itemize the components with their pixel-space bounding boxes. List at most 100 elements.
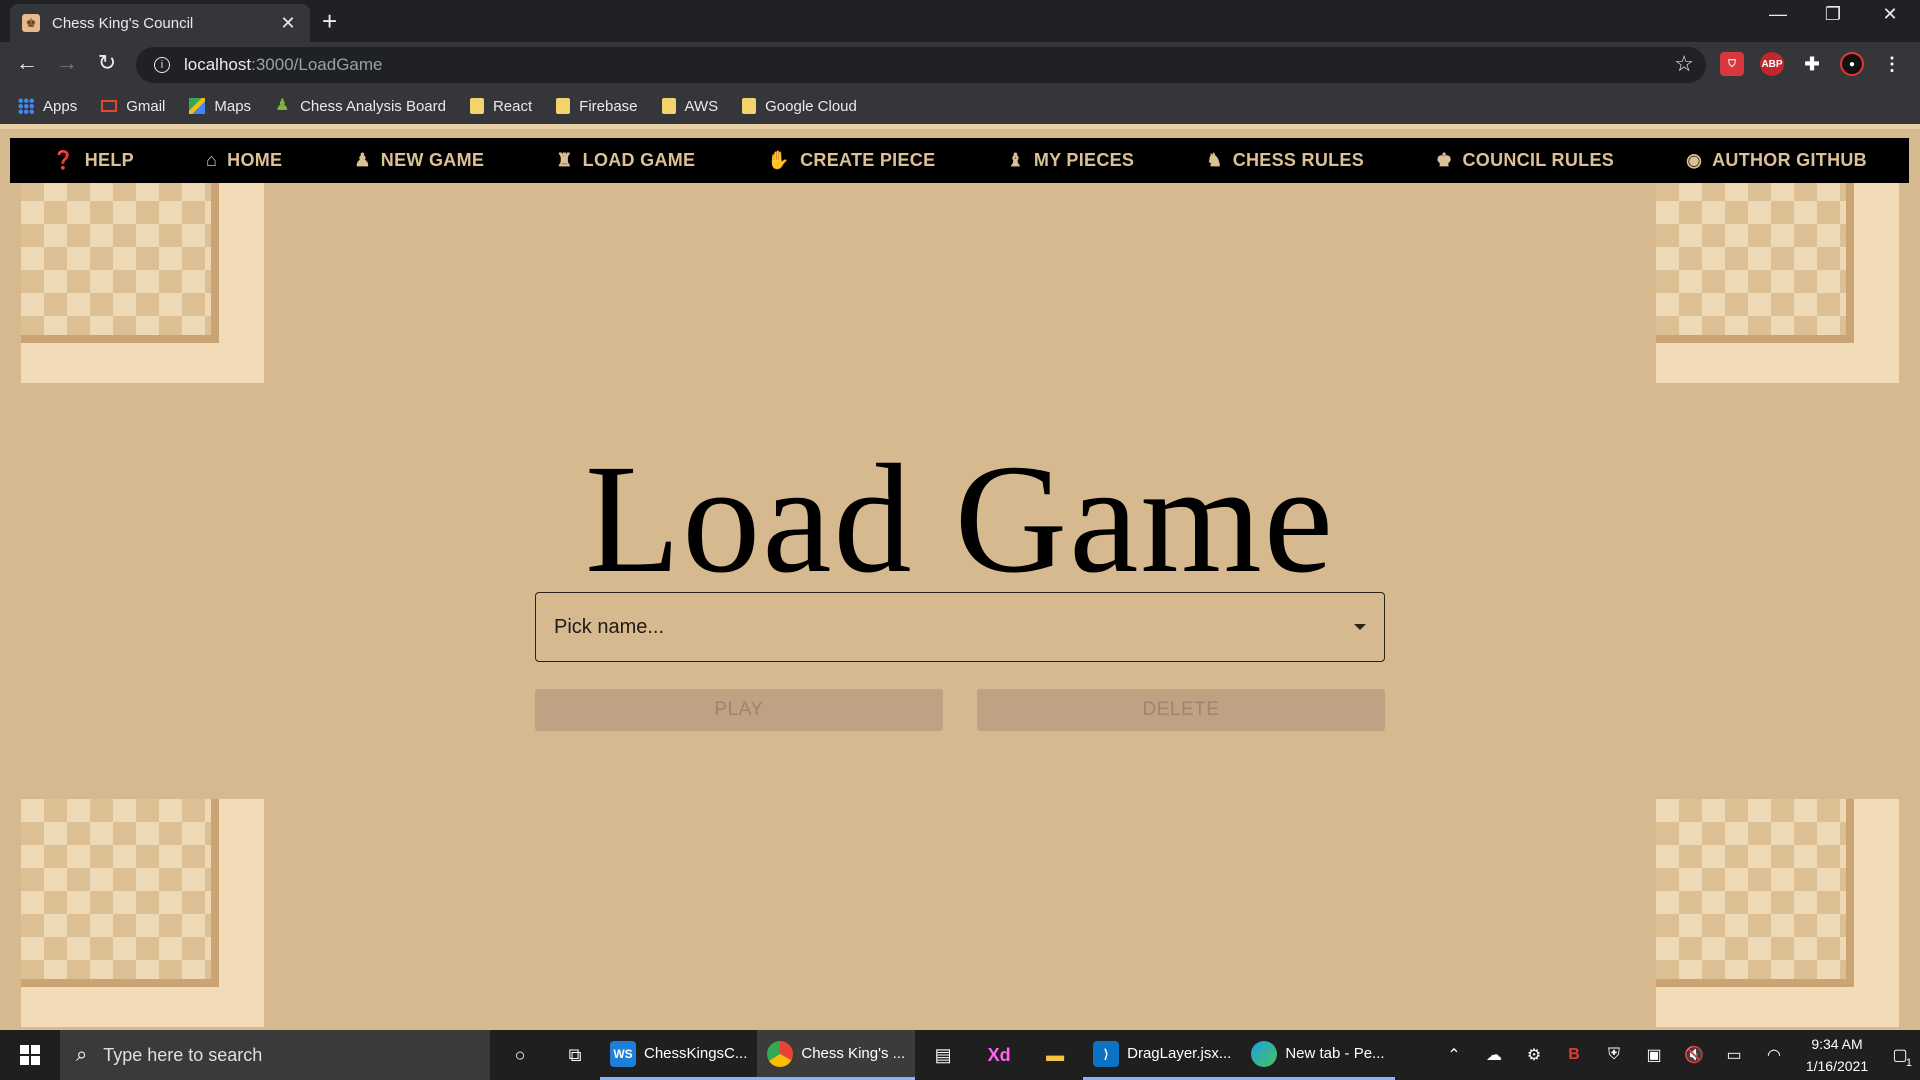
app-navbar: ❓ HELP ⌂ HOME ♟ NEW GAME ♜ LOAD GAME ✋ C… [10, 138, 1909, 183]
question-circle-icon: ❓ [52, 150, 75, 170]
bookmark-firebase[interactable]: Firebase [556, 98, 638, 115]
shield-icon[interactable]: ⛨ [1594, 1046, 1634, 1064]
notification-count: 1 [1905, 1057, 1912, 1069]
browser-tabstrip: ♚ Chess King's Council ✕ + — ❐ ✕ [0, 0, 1920, 42]
pocket-extension-icon[interactable]: ⛉ [1720, 52, 1744, 76]
nav-my-pieces[interactable]: ♝ MY PIECES [1007, 150, 1134, 171]
clock-time: 9:34 AM [1811, 1036, 1863, 1052]
reload-icon[interactable]: ↻ [92, 50, 122, 76]
name-select[interactable]: Pick name... [535, 592, 1385, 662]
folder-icon [469, 98, 484, 114]
search-placeholder: Type here to search [103, 1044, 263, 1065]
page-title: Load Game [584, 432, 1335, 605]
chess-king-icon: ♚ [1436, 150, 1453, 170]
folder-icon [556, 98, 571, 114]
tab-title: Chess King's Council [52, 14, 194, 32]
new-tab-plus-icon[interactable]: + [322, 6, 337, 37]
home-icon: ⌂ [205, 150, 218, 170]
chess-rook-icon: ♜ [556, 150, 573, 170]
corner-board-bottom-left [21, 799, 264, 1027]
security-tray-icon[interactable]: ⚙ [1514, 1045, 1554, 1065]
cortana-circle-icon[interactable]: ○ [490, 1030, 550, 1080]
clock-date: 1/16/2021 [1805, 1058, 1869, 1074]
notifications-icon[interactable]: ▢ 1 [1880, 1045, 1920, 1069]
back-arrow-icon[interactable]: ← [12, 50, 42, 76]
adblock-extension-icon[interactable]: ABP [1760, 52, 1784, 76]
onedrive-cloud-icon[interactable]: ☁ [1474, 1045, 1514, 1065]
clock[interactable]: 9:34 AM 1/16/2021 [1794, 1033, 1880, 1077]
menu-kebab-icon[interactable]: ⋮ [1880, 52, 1904, 76]
file-explorer-icon[interactable]: ▬ [1027, 1030, 1083, 1080]
bookmark-google-cloud[interactable]: Google Cloud [742, 98, 857, 115]
webstorm-icon: WS [610, 1040, 636, 1067]
apps-grid-icon [18, 98, 34, 114]
nav-author-github[interactable]: ◉ AUTHOR GITHUB [1686, 150, 1867, 171]
forward-arrow-icon[interactable]: → [52, 50, 82, 76]
wifi-icon[interactable]: ◠ [1754, 1045, 1794, 1065]
url-host: localhost [184, 55, 252, 74]
corner-board-bottom-right [1656, 799, 1899, 1027]
chess-pawn-icon: ♟ [275, 97, 290, 114]
speaker-muted-icon[interactable]: 🔇 [1674, 1045, 1714, 1065]
corner-board-top-left [21, 155, 264, 383]
search-icon: ⌕ [76, 1043, 88, 1066]
outlook-card-icon[interactable]: ▤ [915, 1030, 971, 1080]
site-info-icon[interactable]: i [154, 57, 170, 73]
nav-council-rules[interactable]: ♚ COUNCIL RULES [1436, 150, 1614, 171]
profile-avatar-icon[interactable]: ● [1840, 52, 1864, 76]
window-close-icon[interactable]: ✕ [1870, 4, 1910, 25]
adobe-xd-icon[interactable]: Xd [971, 1030, 1027, 1080]
github-icon: ◉ [1686, 150, 1703, 170]
nav-load-game[interactable]: ♜ LOAD GAME [556, 150, 695, 171]
system-tray: ⌃ ☁ ⚙ B ⛨ ▣ 🔇 ▭ ◠ 9:34 AM 1/16/2021 ▢ 1 [1434, 1030, 1920, 1080]
select-placeholder: Pick name... [554, 615, 665, 638]
browser-tab[interactable]: ♚ Chess King's Council ✕ [10, 4, 310, 42]
chess-pawn-icon: ♟ [354, 150, 371, 170]
windows-logo-icon [20, 1045, 40, 1065]
restore-icon[interactable]: ❐ [1813, 4, 1853, 25]
chrome-icon [767, 1040, 794, 1067]
vscode-icon: ⟩ [1093, 1040, 1120, 1067]
bookmark-apps[interactable]: Apps [18, 98, 77, 115]
browser-toolbar: ← → ↻ i localhost :3000/LoadGame ☆ ⛉ ABP… [0, 42, 1920, 88]
minimize-icon[interactable]: — [1758, 4, 1798, 25]
display-tray-icon[interactable]: ▣ [1634, 1045, 1674, 1065]
nav-new-game[interactable]: ♟ NEW GAME [354, 150, 484, 171]
taskbar-app-vscode[interactable]: ⟩ DragLayer.jsx... [1083, 1030, 1242, 1080]
start-button[interactable] [0, 1030, 60, 1080]
bookmark-gmail[interactable]: Gmail [101, 98, 165, 115]
corner-board-top-right [1656, 155, 1899, 383]
puzzle-extensions-icon[interactable]: ✚ [1800, 52, 1824, 76]
bookmark-chess-analysis[interactable]: ♟ Chess Analysis Board [275, 98, 446, 115]
bookmarks-bar: Apps Gmail Maps ♟ Chess Analysis Board R… [0, 88, 1920, 124]
close-icon[interactable]: ✕ [278, 13, 298, 34]
play-button[interactable]: PLAY [535, 689, 943, 731]
taskbar-search[interactable]: ⌕ Type here to search [60, 1030, 490, 1080]
taskbar-app-webstorm[interactable]: WS ChessKingsC... [600, 1030, 758, 1080]
bookmark-maps[interactable]: Maps [189, 98, 251, 115]
taskbar-app-chrome[interactable]: Chess King's ... [757, 1030, 916, 1080]
folder-icon [661, 98, 676, 114]
folder-icon [742, 98, 757, 114]
gmail-icon [101, 100, 118, 112]
bookmark-star-icon[interactable]: ☆ [1674, 51, 1694, 77]
b-app-tray-icon[interactable]: B [1554, 1046, 1594, 1064]
chevron-up-icon[interactable]: ⌃ [1434, 1045, 1474, 1065]
maps-icon [189, 98, 206, 114]
windows-taskbar: ⌕ Type here to search ○ ⧉ WS ChessKingsC… [0, 1030, 1920, 1080]
hand-icon: ✋ [767, 150, 791, 170]
delete-button[interactable]: DELETE [977, 689, 1385, 731]
bookmark-aws[interactable]: AWS [661, 98, 718, 115]
page-content: ❓ HELP ⌂ HOME ♟ NEW GAME ♜ LOAD GAME ✋ C… [0, 124, 1920, 1030]
chess-favicon-icon: ♚ [22, 14, 40, 32]
address-bar[interactable]: i localhost :3000/LoadGame ☆ [136, 47, 1706, 83]
nav-help[interactable]: ❓ HELP [52, 150, 134, 171]
nav-chess-rules[interactable]: ♞ CHESS RULES [1206, 150, 1364, 171]
nav-home[interactable]: ⌂ HOME [206, 150, 282, 171]
nav-create-piece[interactable]: ✋ CREATE PIECE [767, 150, 935, 171]
bookmark-react[interactable]: React [469, 98, 532, 115]
task-view-icon[interactable]: ⧉ [550, 1030, 600, 1080]
battery-icon[interactable]: ▭ [1714, 1045, 1754, 1065]
taskbar-app-edge[interactable]: New tab - Pe... [1241, 1030, 1395, 1080]
chess-knight-icon: ♞ [1206, 150, 1223, 170]
